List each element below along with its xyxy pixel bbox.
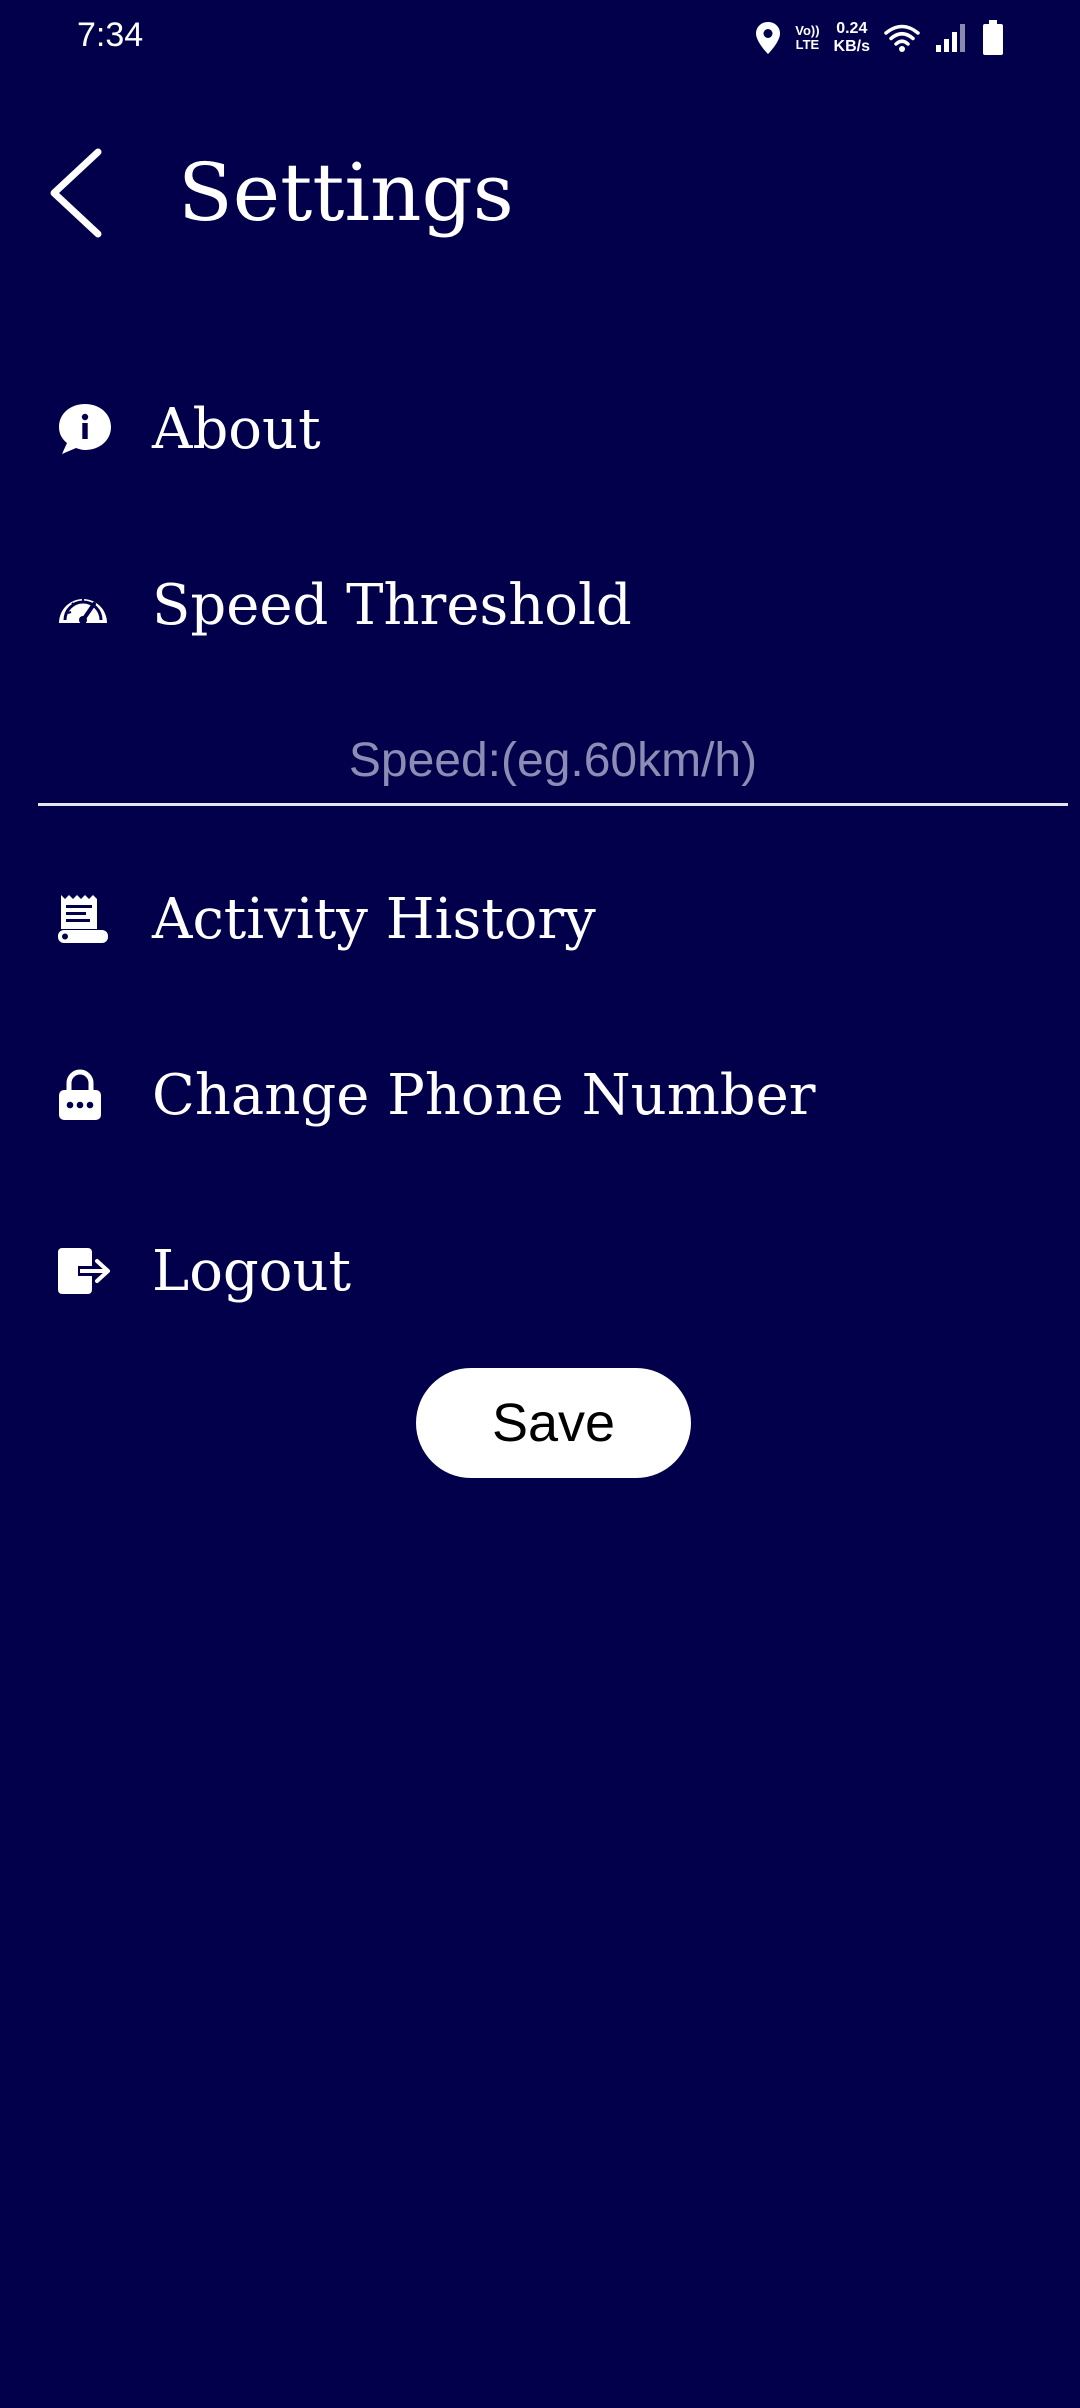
signal-icon bbox=[934, 23, 968, 53]
battery-icon bbox=[982, 20, 1004, 56]
settings-screen: 7:34 Vo)) LTE 0.24 KB/s Settings About S… bbox=[0, 0, 1080, 2408]
menu-item-logout[interactable]: Logout bbox=[40, 1216, 1040, 1326]
location-icon bbox=[755, 21, 781, 55]
menu-label-about: About bbox=[152, 396, 321, 462]
speedometer-icon bbox=[40, 575, 126, 635]
menu-label-logout: Logout bbox=[152, 1238, 352, 1304]
status-icons: Vo)) LTE 0.24 KB/s bbox=[755, 16, 1004, 60]
menu-item-about[interactable]: About bbox=[40, 374, 1040, 484]
net-speed-unit: KB/s bbox=[833, 38, 870, 55]
status-bar: 7:34 Vo)) LTE 0.24 KB/s bbox=[0, 0, 1080, 80]
save-button[interactable]: Save bbox=[416, 1368, 691, 1478]
menu-label-change-phone-number: Change Phone Number bbox=[152, 1062, 816, 1128]
net-speed-value: 0.24 bbox=[836, 20, 868, 37]
receipt-history-icon bbox=[40, 889, 126, 949]
volte-label: Vo)) bbox=[795, 23, 820, 38]
menu-label-speed-threshold: Speed Threshold bbox=[152, 572, 632, 638]
lte-label: LTE bbox=[795, 37, 820, 52]
speed-threshold-input[interactable] bbox=[38, 720, 1068, 800]
speed-input-container bbox=[38, 720, 1068, 806]
status-time: 7:34 bbox=[77, 16, 144, 54]
page-title: Settings bbox=[178, 146, 514, 239]
menu-item-speed-threshold[interactable]: Speed Threshold bbox=[40, 550, 1040, 660]
password-lock-icon bbox=[40, 1065, 126, 1125]
wifi-icon bbox=[884, 23, 920, 53]
menu-item-activity-history[interactable]: Activity History bbox=[40, 864, 1040, 974]
logout-icon bbox=[40, 1241, 126, 1301]
menu-item-change-phone-number[interactable]: Change Phone Number bbox=[40, 1040, 1040, 1150]
menu-label-activity-history: Activity History bbox=[152, 886, 596, 952]
volte-icon: Vo)) LTE bbox=[795, 24, 819, 52]
chevron-left-icon bbox=[46, 146, 106, 244]
back-button[interactable] bbox=[36, 140, 116, 250]
info-bubble-icon bbox=[40, 399, 126, 459]
net-speed-indicator: 0.24 KB/s bbox=[834, 20, 870, 56]
